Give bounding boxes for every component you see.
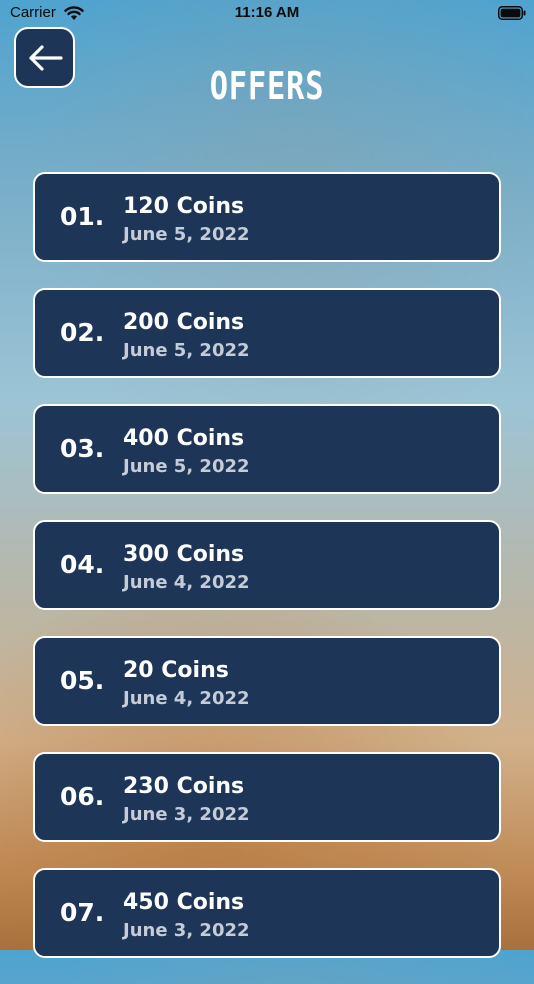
offer-card[interactable]: 07. 450 Coins June 3, 2022 — [33, 868, 501, 958]
offer-date: June 5, 2022 — [123, 224, 250, 245]
offer-card[interactable]: 06. 230 Coins June 3, 2022 — [33, 752, 501, 842]
offer-card[interactable]: 04. 300 Coins June 4, 2022 — [33, 520, 501, 610]
offer-title: 120 Coins — [123, 194, 245, 219]
page-title: OFFERS — [209, 64, 325, 108]
status-bar: Carrier 11:16 AM — [0, 0, 534, 28]
offer-date: June 3, 2022 — [123, 804, 250, 825]
offer-title: 300 Coins — [123, 542, 245, 567]
offer-card[interactable]: 05. 20 Coins June 4, 2022 — [33, 636, 501, 726]
offer-number: 04. — [60, 550, 105, 579]
offer-date: June 4, 2022 — [123, 572, 250, 593]
offer-date: June 3, 2022 — [123, 920, 250, 941]
offer-number: 01. — [60, 202, 105, 231]
offer-card[interactable]: 03. 400 Coins June 5, 2022 — [33, 404, 501, 494]
offer-number: 07. — [60, 898, 105, 927]
offers-list: 01. 120 Coins June 5, 2022 02. 200 Coins… — [33, 172, 501, 984]
offer-card[interactable]: 02. 200 Coins June 5, 2022 — [33, 288, 501, 378]
battery-icon — [498, 6, 526, 20]
offer-title: 400 Coins — [123, 426, 245, 451]
offer-title: 20 Coins — [123, 658, 229, 683]
offer-number: 03. — [60, 434, 105, 463]
offer-number: 05. — [60, 666, 105, 695]
offer-date: June 5, 2022 — [123, 456, 250, 477]
offer-date: June 4, 2022 — [123, 688, 250, 709]
offer-number: 06. — [60, 782, 105, 811]
status-time: 11:16 AM — [234, 4, 300, 21]
offer-number: 02. — [60, 318, 105, 347]
offer-date: June 5, 2022 — [123, 340, 250, 361]
offer-title: 450 Coins — [123, 890, 245, 915]
offer-title: 200 Coins — [123, 310, 245, 335]
offer-title: 230 Coins — [123, 774, 245, 799]
offer-card[interactable]: 01. 120 Coins June 5, 2022 — [33, 172, 501, 262]
